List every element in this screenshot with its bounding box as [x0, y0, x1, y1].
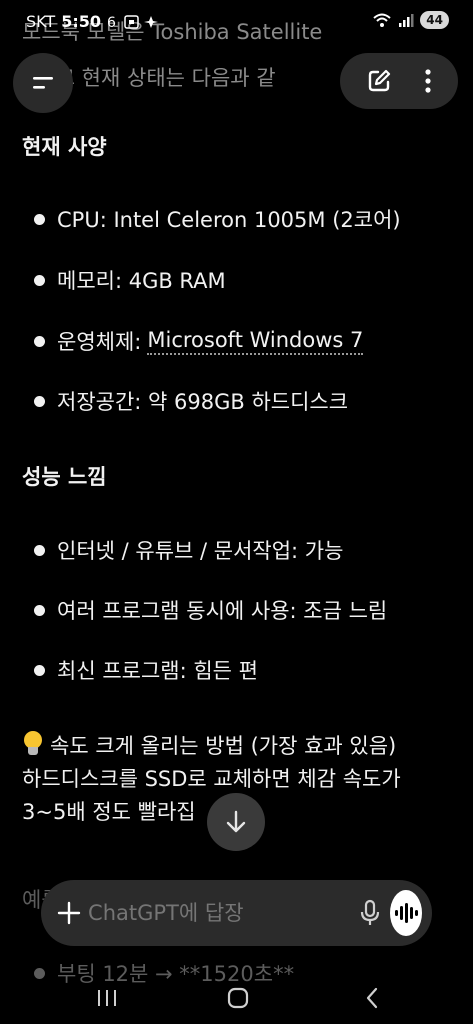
edit-icon	[368, 69, 391, 92]
wifi-icon	[373, 13, 391, 27]
back-icon	[366, 987, 378, 1009]
tip-line: 하드디스크를 SSD로 교체하면 체감 속도가	[22, 767, 401, 791]
home-button[interactable]	[218, 982, 258, 1014]
bullet-dot	[34, 395, 45, 407]
list-item-text: CPU: Intel Celeron 1005M (2코어)	[57, 208, 401, 232]
list-item: 최신 프로그램: 힘든 편	[34, 655, 258, 685]
recent-apps-icon	[98, 990, 116, 1006]
message-input[interactable]	[88, 901, 357, 925]
chat-content: 모드북 모델은 Toshiba Satellite A이고 현재 상태는 다음과…	[0, 0, 473, 1024]
menu-icon	[33, 77, 53, 89]
bullet-dot	[34, 664, 45, 676]
carrier-label: SKT	[26, 12, 56, 31]
list-item-text: 최신 프로그램: 힘든 편	[57, 659, 258, 683]
list-item-text: 인터넷 / 유튜브 / 문서작업: 가능	[57, 539, 344, 563]
bullet-dot	[34, 274, 45, 286]
notification-icons: 6	[107, 15, 158, 30]
message-composer	[41, 880, 432, 946]
more-options-button[interactable]	[424, 68, 432, 94]
bullet-dot	[34, 335, 45, 347]
voice-mode-button[interactable]	[389, 890, 423, 936]
svg-text:6: 6	[107, 15, 116, 30]
list-item: 메모리: 4GB RAM	[34, 265, 226, 295]
dictate-button[interactable]	[356, 899, 384, 927]
system-nav-bar	[0, 972, 473, 1024]
back-button[interactable]	[352, 982, 392, 1014]
list-item: 운영체제: Microsoft Windows 7	[34, 326, 364, 356]
voice-mode-icon	[394, 903, 418, 923]
bullet-dot	[34, 213, 45, 225]
signal-icon	[399, 14, 414, 27]
header-actions	[340, 53, 458, 109]
status-left: SKT 5:50 6	[26, 12, 171, 31]
bullet-dot	[34, 604, 45, 616]
arrow-down-icon	[226, 810, 246, 833]
list-item: 여러 프로그램 동시에 사용: 조금 느림	[34, 595, 387, 625]
attach-button[interactable]	[49, 900, 88, 926]
more-vertical-icon	[425, 69, 431, 93]
list-item-text: 저장공간: 약 698GB 하드디스크	[57, 390, 349, 414]
clock: 5:50	[61, 12, 101, 31]
perf-heading: 성능 느낌	[22, 465, 107, 489]
list-item-text: 여러 프로그램 동시에 사용: 조금 느림	[57, 599, 388, 623]
battery-level: 44	[420, 11, 449, 29]
scroll-to-bottom-button[interactable]	[207, 793, 265, 851]
list-item: 인터넷 / 유튜브 / 문서작업: 가능	[34, 535, 343, 565]
windows7-link[interactable]: Microsoft Windows 7	[147, 328, 364, 355]
lightbulb-icon	[22, 731, 44, 757]
tip-title: 속도 크게 올리는 방법 (가장 효과 있음)	[50, 734, 397, 758]
status-bar: SKT 5:50 6 44	[0, 0, 473, 42]
menu-button[interactable]	[13, 53, 73, 113]
mic-icon	[360, 899, 380, 925]
list-item-text: 운영체제:	[57, 330, 142, 354]
plus-icon	[57, 901, 80, 925]
new-chat-button[interactable]	[366, 68, 392, 94]
home-icon	[227, 987, 249, 1009]
recent-apps-button[interactable]	[87, 982, 127, 1014]
list-item-text: 메모리: 4GB RAM	[57, 269, 226, 293]
specs-heading: 현재 사양	[22, 135, 107, 159]
bullet-dot	[34, 544, 45, 556]
list-item: 저장공간: 약 698GB 하드디스크	[34, 386, 348, 416]
list-item: CPU: Intel Celeron 1005M (2코어)	[34, 204, 401, 234]
status-right: 44	[372, 11, 449, 29]
